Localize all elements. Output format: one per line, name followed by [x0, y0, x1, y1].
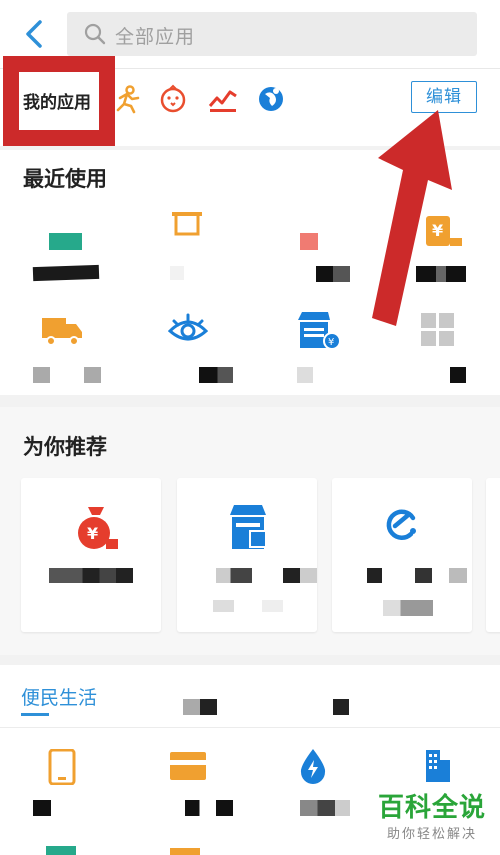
phone-icon[interactable] — [48, 749, 76, 785]
tab-convenience-life[interactable]: 便民生活 — [21, 683, 97, 710]
back-arrow-icon[interactable] — [18, 16, 50, 52]
section-divider — [0, 727, 500, 728]
money-bag-icon: ¥ — [78, 507, 118, 549]
recommend-card-3-sublabel — [383, 600, 433, 616]
bottom-row-2-app-2-icon[interactable] — [170, 848, 200, 855]
recent-app-1-icon[interactable] — [49, 233, 82, 250]
watermark: 百科全说 助你轻松解决 — [372, 793, 492, 842]
recent-app-3-label — [316, 266, 350, 282]
svg-text:¥: ¥ — [432, 221, 443, 240]
recent-app-8-label — [450, 367, 466, 383]
recent-app-4-label — [416, 266, 466, 282]
bottom-app-1-label — [33, 800, 51, 816]
shop-icon[interactable]: ¥ — [298, 312, 340, 350]
recent-app-6-label — [199, 367, 233, 383]
recent-title: 最近使用 — [23, 167, 107, 191]
chick-icon[interactable] — [158, 84, 188, 114]
runner-icon[interactable] — [112, 84, 142, 114]
stock-chart-icon[interactable] — [208, 84, 238, 114]
tab-underline — [21, 713, 49, 716]
delivery-truck-icon[interactable] — [42, 314, 84, 346]
eye-icon[interactable] — [168, 313, 208, 345]
eleme-icon — [386, 509, 416, 540]
tab-3-label[interactable] — [333, 699, 349, 715]
recent-app-7-label — [297, 367, 313, 383]
svg-text:¥: ¥ — [328, 337, 334, 348]
recommend-card-3-label — [367, 568, 467, 583]
building-icon[interactable] — [424, 748, 452, 784]
tab-2-label[interactable] — [183, 699, 217, 715]
svg-text:¥: ¥ — [87, 524, 98, 543]
recommend-card-2-label-a — [216, 568, 252, 583]
recent-app-2-icon[interactable] — [172, 210, 202, 236]
globe-icon[interactable] — [256, 84, 286, 114]
more-grid-icon[interactable] — [421, 313, 454, 346]
watermark-subtitle: 助你轻松解决 — [386, 827, 477, 842]
bottom-app-3-label — [300, 800, 350, 816]
search-input[interactable]: 全部应用 — [67, 12, 477, 56]
bottom-row-2-app-1-icon[interactable] — [46, 846, 76, 855]
recommend-card-2-label-b — [283, 568, 317, 583]
edit-button[interactable]: 编辑 — [411, 81, 477, 113]
my-apps-label[interactable]: 我的应用 — [23, 88, 91, 113]
bottom-app-2-label — [185, 800, 233, 816]
watermark-title: 百科全说 — [377, 793, 486, 823]
search-placeholder: 全部应用 — [115, 26, 196, 48]
recommend-title: 为你推荐 — [23, 435, 107, 459]
water-drop-icon[interactable] — [298, 748, 328, 784]
recommend-card-1-label — [49, 568, 133, 583]
recent-app-2-label — [170, 266, 184, 280]
recommend-card-2-sublabel — [213, 600, 283, 612]
shop-counter-icon — [230, 505, 267, 549]
card-icon[interactable] — [170, 752, 206, 780]
recommend-card-4[interactable] — [486, 478, 500, 632]
recent-app-3-icon[interactable] — [300, 233, 318, 250]
recommend-card-1[interactable] — [21, 478, 161, 632]
recent-app-5-label — [33, 367, 101, 383]
recent-app-4-icon[interactable]: ¥ — [422, 214, 462, 248]
search-icon — [84, 23, 106, 45]
recent-app-1-label — [32, 264, 100, 282]
app-list-screen: 全部应用 我的应用 编辑 最近使用 ¥ ¥ 为你推荐 ¥ 便民生活 百科全说 助… — [0, 0, 500, 855]
